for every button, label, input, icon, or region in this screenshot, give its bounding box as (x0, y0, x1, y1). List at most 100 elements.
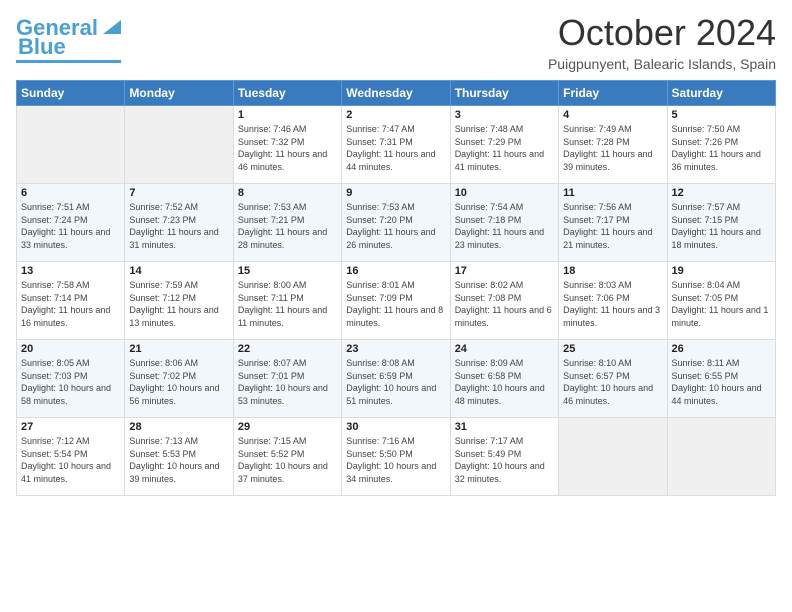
title-block: October 2024 Puigpunyent, Balearic Islan… (548, 12, 776, 72)
col-saturday: Saturday (667, 81, 775, 106)
calendar-cell: 10 Sunrise: 7:54 AM Sunset: 7:18 PM Dayli… (450, 184, 558, 262)
day-number: 17 (455, 265, 554, 277)
day-info: Sunrise: 8:05 AM Sunset: 7:03 PM Dayligh… (21, 357, 120, 407)
calendar-cell: 22 Sunrise: 8:07 AM Sunset: 7:01 PM Dayli… (233, 340, 341, 418)
month-title: October 2024 (548, 12, 776, 54)
calendar-cell (125, 106, 233, 184)
day-number: 22 (238, 343, 337, 355)
day-number: 25 (563, 343, 662, 355)
day-number: 31 (455, 421, 554, 433)
calendar-table: Sunday Monday Tuesday Wednesday Thursday… (16, 80, 776, 496)
day-number: 15 (238, 265, 337, 277)
logo: General Blue (16, 16, 121, 63)
day-number: 7 (129, 187, 228, 199)
calendar-cell: 7 Sunrise: 7:52 AM Sunset: 7:23 PM Daylig… (125, 184, 233, 262)
calendar-cell: 26Sunrise: 8:11 AM Sunset: 6:55 PM Dayli… (667, 340, 775, 418)
day-info: Sunrise: 7:57 AM Sunset: 7:15 PM Dayligh… (672, 201, 771, 251)
calendar-cell (559, 418, 667, 496)
day-number: 19 (672, 265, 771, 277)
calendar-cell: 19Sunrise: 8:04 AM Sunset: 7:05 PM Dayli… (667, 262, 775, 340)
calendar-cell: 21Sunrise: 8:06 AM Sunset: 7:02 PM Dayli… (125, 340, 233, 418)
day-number: 12 (672, 187, 771, 199)
day-info: Sunrise: 8:00 AM Sunset: 7:11 PM Dayligh… (238, 279, 337, 329)
calendar-cell (667, 418, 775, 496)
day-info: Sunrise: 8:03 AM Sunset: 7:06 PM Dayligh… (563, 279, 662, 329)
day-number: 14 (129, 265, 228, 277)
day-info: Sunrise: 7:46 AM Sunset: 7:32 PM Dayligh… (238, 123, 337, 173)
calendar-cell: 14 Sunrise: 7:59 AM Sunset: 7:12 PM Dayli… (125, 262, 233, 340)
calendar-cell: 29 Sunrise: 7:15 AM Sunset: 5:52 PM Dayli… (233, 418, 341, 496)
day-info: Sunrise: 7:47 AM Sunset: 7:31 PM Dayligh… (346, 123, 445, 173)
day-number: 3 (455, 109, 554, 121)
day-number: 16 (346, 265, 445, 277)
calendar-page: General Blue October 2024 Puigpunyent, B… (0, 0, 792, 612)
calendar-cell: 1 Sunrise: 7:46 AM Sunset: 7:32 PM Daylig… (233, 106, 341, 184)
day-number: 23 (346, 343, 445, 355)
calendar-cell: 9Sunrise: 7:53 AM Sunset: 7:20 PM Daylig… (342, 184, 450, 262)
col-monday: Monday (125, 81, 233, 106)
day-number: 5 (672, 109, 771, 121)
calendar-week-4: 20Sunrise: 8:05 AM Sunset: 7:03 PM Dayli… (17, 340, 776, 418)
calendar-cell: 8 Sunrise: 7:53 AM Sunset: 7:21 PM Daylig… (233, 184, 341, 262)
day-number: 30 (346, 421, 445, 433)
calendar-cell: 6Sunrise: 7:51 AM Sunset: 7:24 PM Daylig… (17, 184, 125, 262)
day-number: 28 (129, 421, 228, 433)
calendar-cell: 12 Sunrise: 7:57 AM Sunset: 7:15 PM Dayli… (667, 184, 775, 262)
calendar-week-3: 13 Sunrise: 7:58 AM Sunset: 7:14 PM Dayli… (17, 262, 776, 340)
calendar-cell: 28 Sunrise: 7:13 AM Sunset: 5:53 PM Dayli… (125, 418, 233, 496)
logo-icon (99, 16, 121, 38)
col-wednesday: Wednesday (342, 81, 450, 106)
day-info: Sunrise: 7:52 AM Sunset: 7:23 PM Dayligh… (129, 201, 228, 251)
day-number: 6 (21, 187, 120, 199)
calendar-cell: 2 Sunrise: 7:47 AM Sunset: 7:31 PM Daylig… (342, 106, 450, 184)
logo-blue: Blue (18, 36, 66, 58)
day-info: Sunrise: 7:49 AM Sunset: 7:28 PM Dayligh… (563, 123, 662, 173)
calendar-cell: 13 Sunrise: 7:58 AM Sunset: 7:14 PM Dayli… (17, 262, 125, 340)
day-info: Sunrise: 7:53 AM Sunset: 7:21 PM Dayligh… (238, 201, 337, 251)
day-info: Sunrise: 8:01 AM Sunset: 7:09 PM Dayligh… (346, 279, 445, 329)
col-thursday: Thursday (450, 81, 558, 106)
day-info: Sunrise: 8:08 AM Sunset: 6:59 PM Dayligh… (346, 357, 445, 407)
day-number: 27 (21, 421, 120, 433)
calendar-cell: 25 Sunrise: 8:10 AM Sunset: 6:57 PM Dayli… (559, 340, 667, 418)
calendar-cell: 30Sunrise: 7:16 AM Sunset: 5:50 PM Dayli… (342, 418, 450, 496)
calendar-week-2: 6Sunrise: 7:51 AM Sunset: 7:24 PM Daylig… (17, 184, 776, 262)
day-info: Sunrise: 7:59 AM Sunset: 7:12 PM Dayligh… (129, 279, 228, 329)
day-info: Sunrise: 7:50 AM Sunset: 7:26 PM Dayligh… (672, 123, 771, 173)
header: General Blue October 2024 Puigpunyent, B… (16, 12, 776, 72)
calendar-cell: 17 Sunrise: 8:02 AM Sunset: 7:08 PM Dayli… (450, 262, 558, 340)
day-info: Sunrise: 7:53 AM Sunset: 7:20 PM Dayligh… (346, 201, 445, 251)
col-friday: Friday (559, 81, 667, 106)
day-number: 10 (455, 187, 554, 199)
day-number: 29 (238, 421, 337, 433)
col-tuesday: Tuesday (233, 81, 341, 106)
calendar-cell: 23 Sunrise: 8:08 AM Sunset: 6:59 PM Dayli… (342, 340, 450, 418)
day-number: 13 (21, 265, 120, 277)
calendar-cell: 4 Sunrise: 7:49 AM Sunset: 7:28 PM Daylig… (559, 106, 667, 184)
day-info: Sunrise: 7:15 AM Sunset: 5:52 PM Dayligh… (238, 435, 337, 485)
day-info: Sunrise: 8:02 AM Sunset: 7:08 PM Dayligh… (455, 279, 554, 329)
day-number: 2 (346, 109, 445, 121)
day-info: Sunrise: 8:07 AM Sunset: 7:01 PM Dayligh… (238, 357, 337, 407)
header-row: Sunday Monday Tuesday Wednesday Thursday… (17, 81, 776, 106)
calendar-cell: 20Sunrise: 8:05 AM Sunset: 7:03 PM Dayli… (17, 340, 125, 418)
day-number: 1 (238, 109, 337, 121)
day-number: 8 (238, 187, 337, 199)
logo-underline (16, 60, 121, 63)
calendar-week-5: 27Sunrise: 7:12 AM Sunset: 5:54 PM Dayli… (17, 418, 776, 496)
calendar-cell: 31Sunrise: 7:17 AM Sunset: 5:49 PM Dayli… (450, 418, 558, 496)
day-number: 26 (672, 343, 771, 355)
day-number: 4 (563, 109, 662, 121)
day-info: Sunrise: 8:09 AM Sunset: 6:58 PM Dayligh… (455, 357, 554, 407)
calendar-cell: 18Sunrise: 8:03 AM Sunset: 7:06 PM Dayli… (559, 262, 667, 340)
day-info: Sunrise: 7:58 AM Sunset: 7:14 PM Dayligh… (21, 279, 120, 329)
calendar-cell: 16 Sunrise: 8:01 AM Sunset: 7:09 PM Dayli… (342, 262, 450, 340)
day-info: Sunrise: 7:54 AM Sunset: 7:18 PM Dayligh… (455, 201, 554, 251)
calendar-cell (17, 106, 125, 184)
day-info: Sunrise: 8:10 AM Sunset: 6:57 PM Dayligh… (563, 357, 662, 407)
location: Puigpunyent, Balearic Islands, Spain (548, 56, 776, 72)
calendar-cell: 15 Sunrise: 8:00 AM Sunset: 7:11 PM Dayli… (233, 262, 341, 340)
day-info: Sunrise: 7:13 AM Sunset: 5:53 PM Dayligh… (129, 435, 228, 485)
calendar-cell: 11Sunrise: 7:56 AM Sunset: 7:17 PM Dayli… (559, 184, 667, 262)
day-info: Sunrise: 7:56 AM Sunset: 7:17 PM Dayligh… (563, 201, 662, 251)
